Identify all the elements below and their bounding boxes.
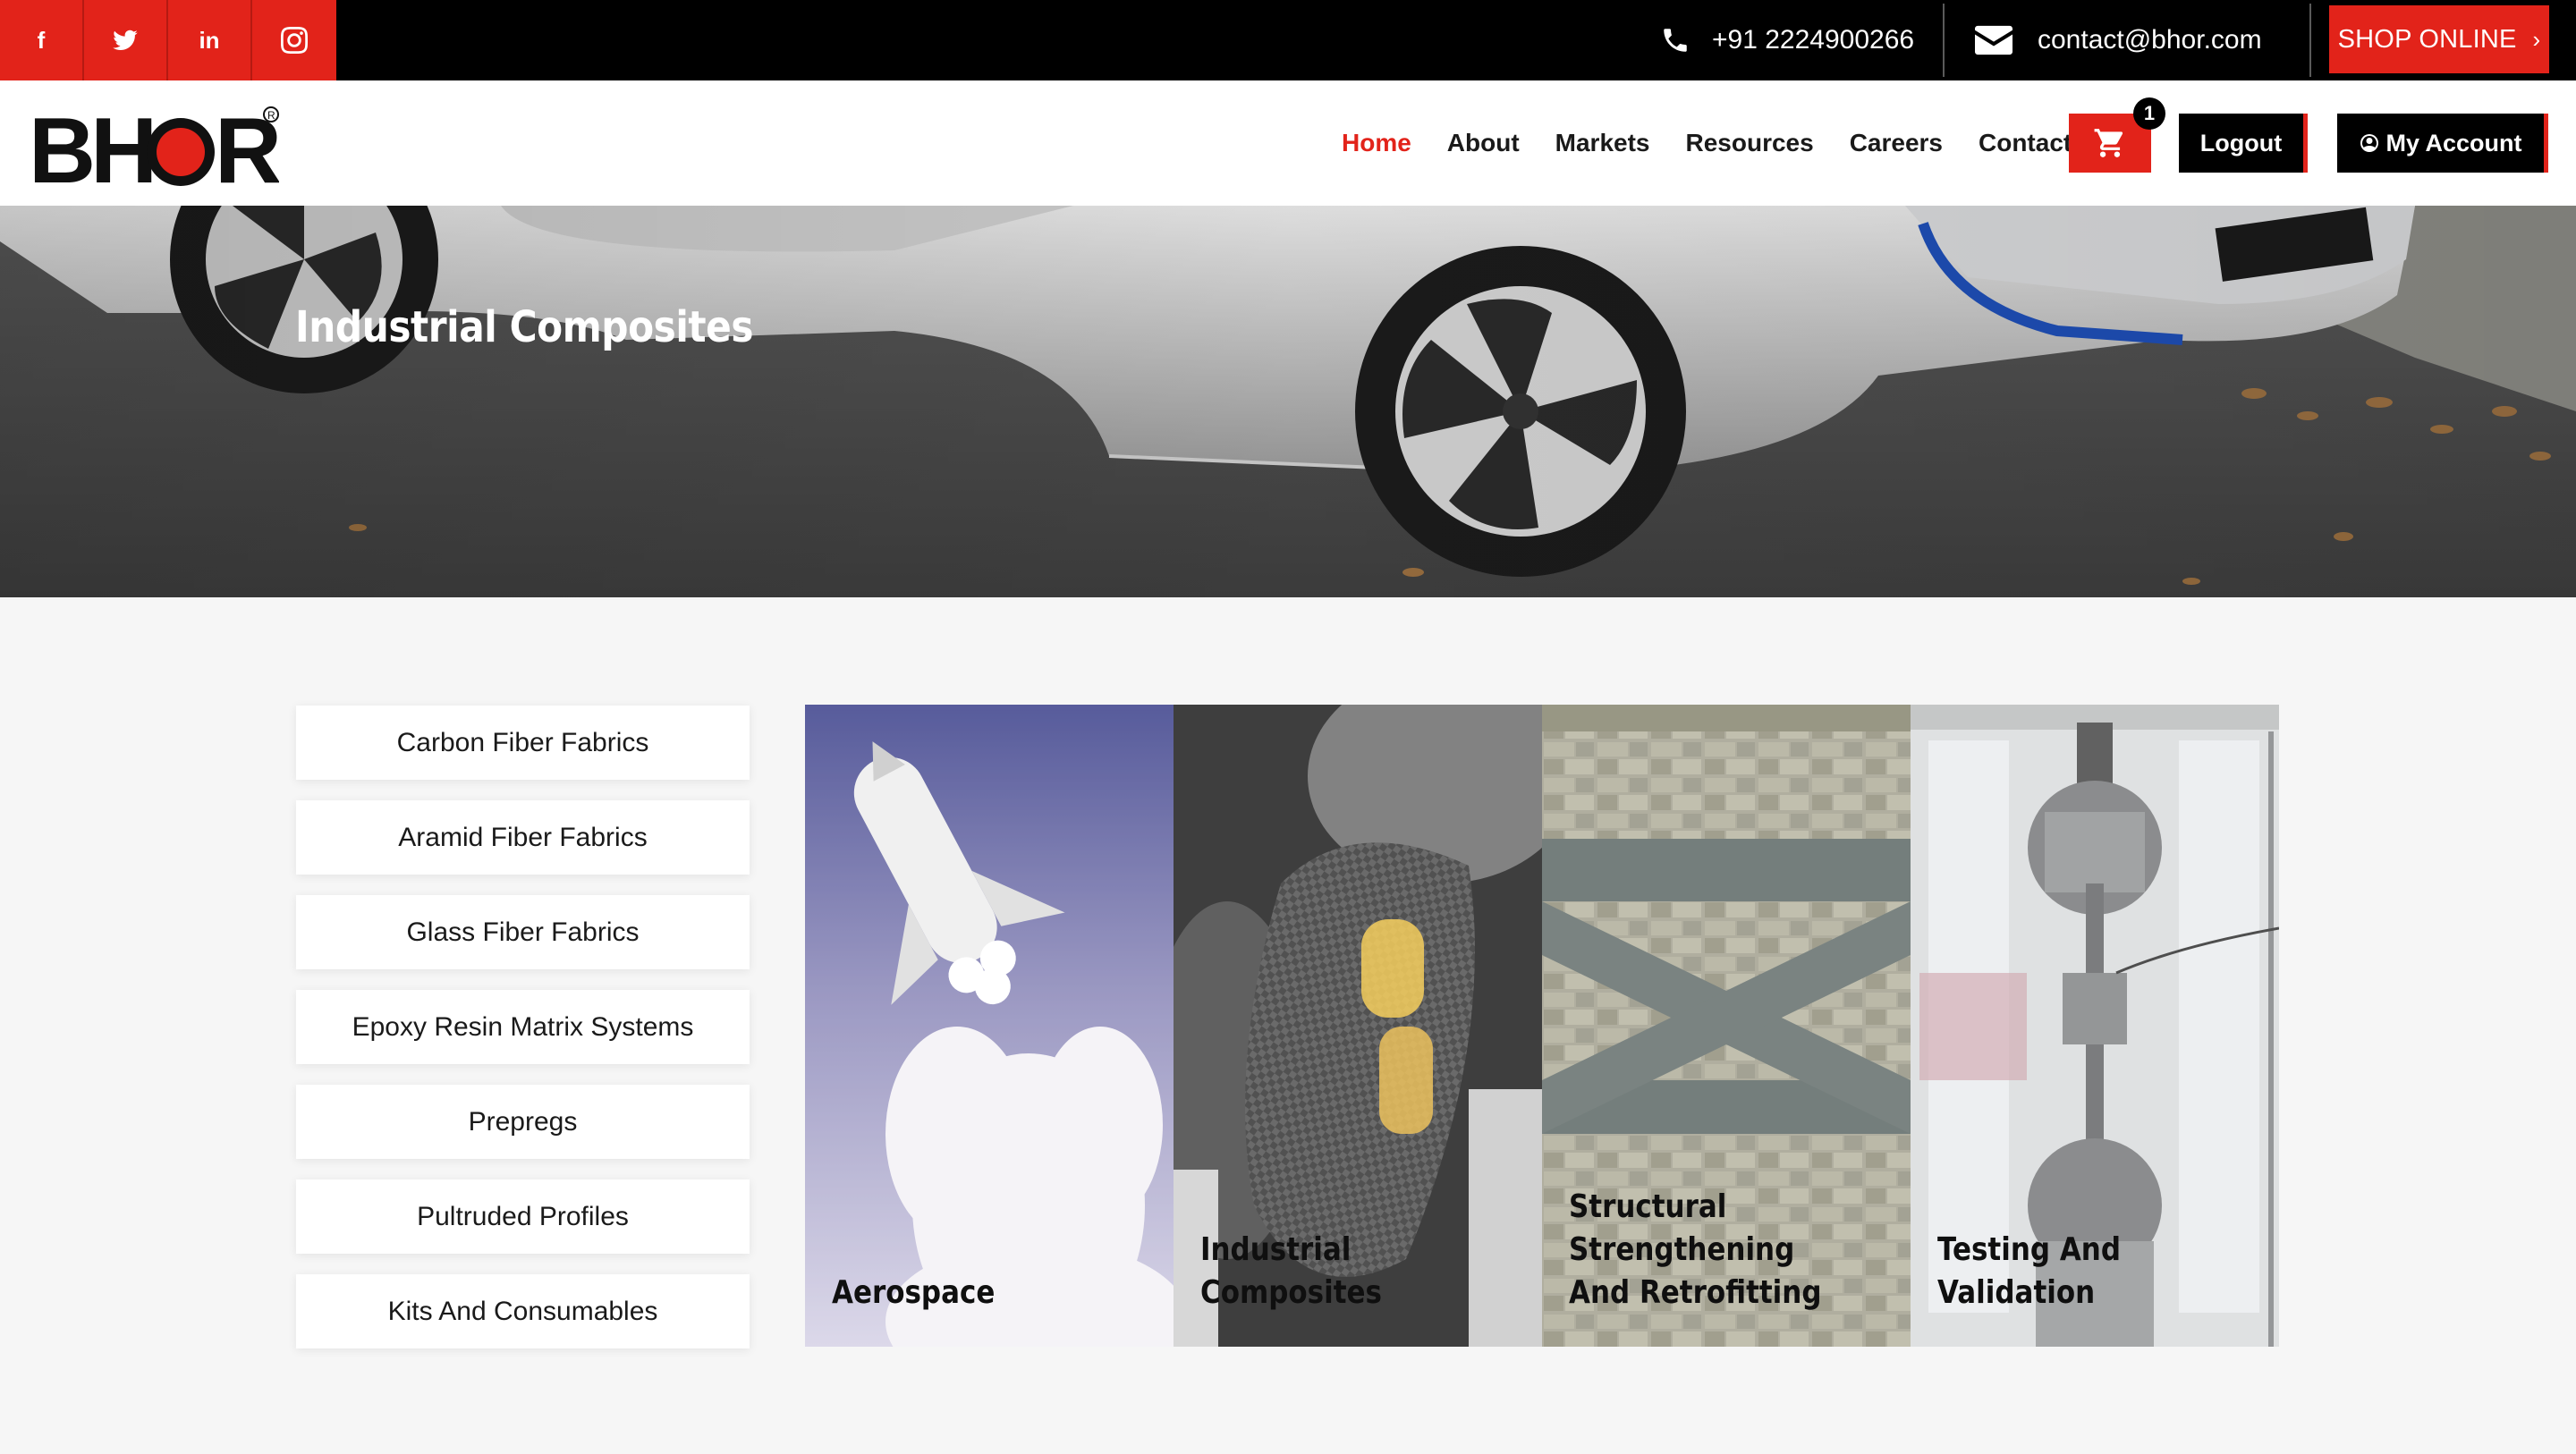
- sidebar-item-glass-fiber-fabrics[interactable]: Glass Fiber Fabrics: [296, 895, 750, 969]
- email-contact[interactable]: contact@bhor.com: [1975, 0, 2262, 80]
- linkedin-link[interactable]: in: [168, 0, 252, 80]
- nav-contact[interactable]: Contact: [1979, 129, 2072, 157]
- logout-button[interactable]: Logout: [2179, 114, 2308, 173]
- divider: [1943, 4, 1945, 77]
- top-bar: f in +91 2224900266 contact@bhor.com SHO…: [0, 0, 2576, 80]
- nav-resources[interactable]: Resources: [1686, 129, 1814, 157]
- nav-home[interactable]: Home: [1342, 129, 1411, 157]
- linkedin-icon: in: [199, 26, 220, 54]
- card-label: Industrial Composites: [1200, 1231, 1382, 1311]
- facebook-icon: f: [37, 26, 46, 54]
- divider: [2309, 4, 2311, 77]
- nav-markets[interactable]: Markets: [1555, 129, 1650, 157]
- instagram-link[interactable]: [252, 0, 336, 80]
- hero-car-image: [0, 206, 2576, 597]
- svg-text:R: R: [267, 109, 275, 122]
- phone-number: +91 2224900266: [1712, 25, 1915, 55]
- my-account-button[interactable]: My Account: [2337, 114, 2548, 173]
- sidebar-item-carbon-fiber-fabrics[interactable]: Carbon Fiber Fabrics: [296, 706, 750, 780]
- instagram-icon: [281, 27, 308, 54]
- my-account-label: My Account: [2385, 129, 2522, 156]
- card-label: Structural Strengthening And Retrofittin…: [1569, 1188, 1822, 1311]
- card-label: Aerospace: [832, 1274, 996, 1311]
- email-address: contact@bhor.com: [2038, 25, 2262, 55]
- hero-title: Industrial Composites: [295, 302, 754, 352]
- hero-banner: Industrial Composites: [0, 206, 2576, 597]
- sidebar-item-prepregs[interactable]: Prepregs: [296, 1085, 750, 1159]
- sidebar-item-aramid-fiber-fabrics[interactable]: Aramid Fiber Fabrics: [296, 800, 750, 875]
- nav-about[interactable]: About: [1447, 129, 1520, 157]
- main-header: BH R R Home About Markets Resources Care…: [0, 80, 2576, 206]
- bhor-logo[interactable]: BH R R: [29, 100, 279, 190]
- nav-careers[interactable]: Careers: [1850, 129, 1943, 157]
- cart-icon: [2094, 129, 2123, 157]
- svg-text:BH: BH: [29, 100, 152, 190]
- card-industrial-composites[interactable]: Industrial Composites: [1174, 705, 1542, 1347]
- product-sidebar: Carbon Fiber Fabrics Aramid Fiber Fabric…: [296, 706, 750, 1369]
- sidebar-item-epoxy-resin[interactable]: Epoxy Resin Matrix Systems: [296, 990, 750, 1064]
- sidebar-item-pultruded-profiles[interactable]: Pultruded Profiles: [296, 1179, 750, 1254]
- user-circle-icon: [2360, 134, 2379, 152]
- aerospace-image: [805, 705, 1174, 1347]
- chevron-right-icon: ›: [2532, 25, 2541, 53]
- card-aerospace[interactable]: Aerospace: [805, 705, 1174, 1347]
- shop-online-button[interactable]: SHOP ONLINE ›: [2329, 5, 2549, 73]
- main-menu: Home About Markets Resources Careers Con…: [1342, 80, 2107, 206]
- phone-contact[interactable]: +91 2224900266: [1660, 0, 1914, 80]
- twitter-link[interactable]: [84, 0, 168, 80]
- cart-count-badge: 1: [2133, 97, 2165, 130]
- card-structural-strengthening[interactable]: Structural Strengthening And Retrofittin…: [1542, 705, 1911, 1347]
- facebook-link[interactable]: f: [0, 0, 84, 80]
- shop-online-label: SHOP ONLINE: [2337, 24, 2517, 54]
- card-label: Testing And Validation: [1937, 1231, 2121, 1311]
- phone-icon: [1664, 29, 1687, 52]
- logout-label: Logout: [2199, 129, 2283, 156]
- market-cards: Aerospace Industrial Composites Structur…: [805, 705, 2281, 1347]
- sidebar-item-kits-consumables[interactable]: Kits And Consumables: [296, 1274, 750, 1348]
- social-links: f in: [0, 0, 336, 80]
- twitter-icon: [113, 30, 138, 50]
- card-testing-validation[interactable]: Testing And Validation: [1911, 705, 2279, 1347]
- envelope-icon: [1975, 25, 2012, 55]
